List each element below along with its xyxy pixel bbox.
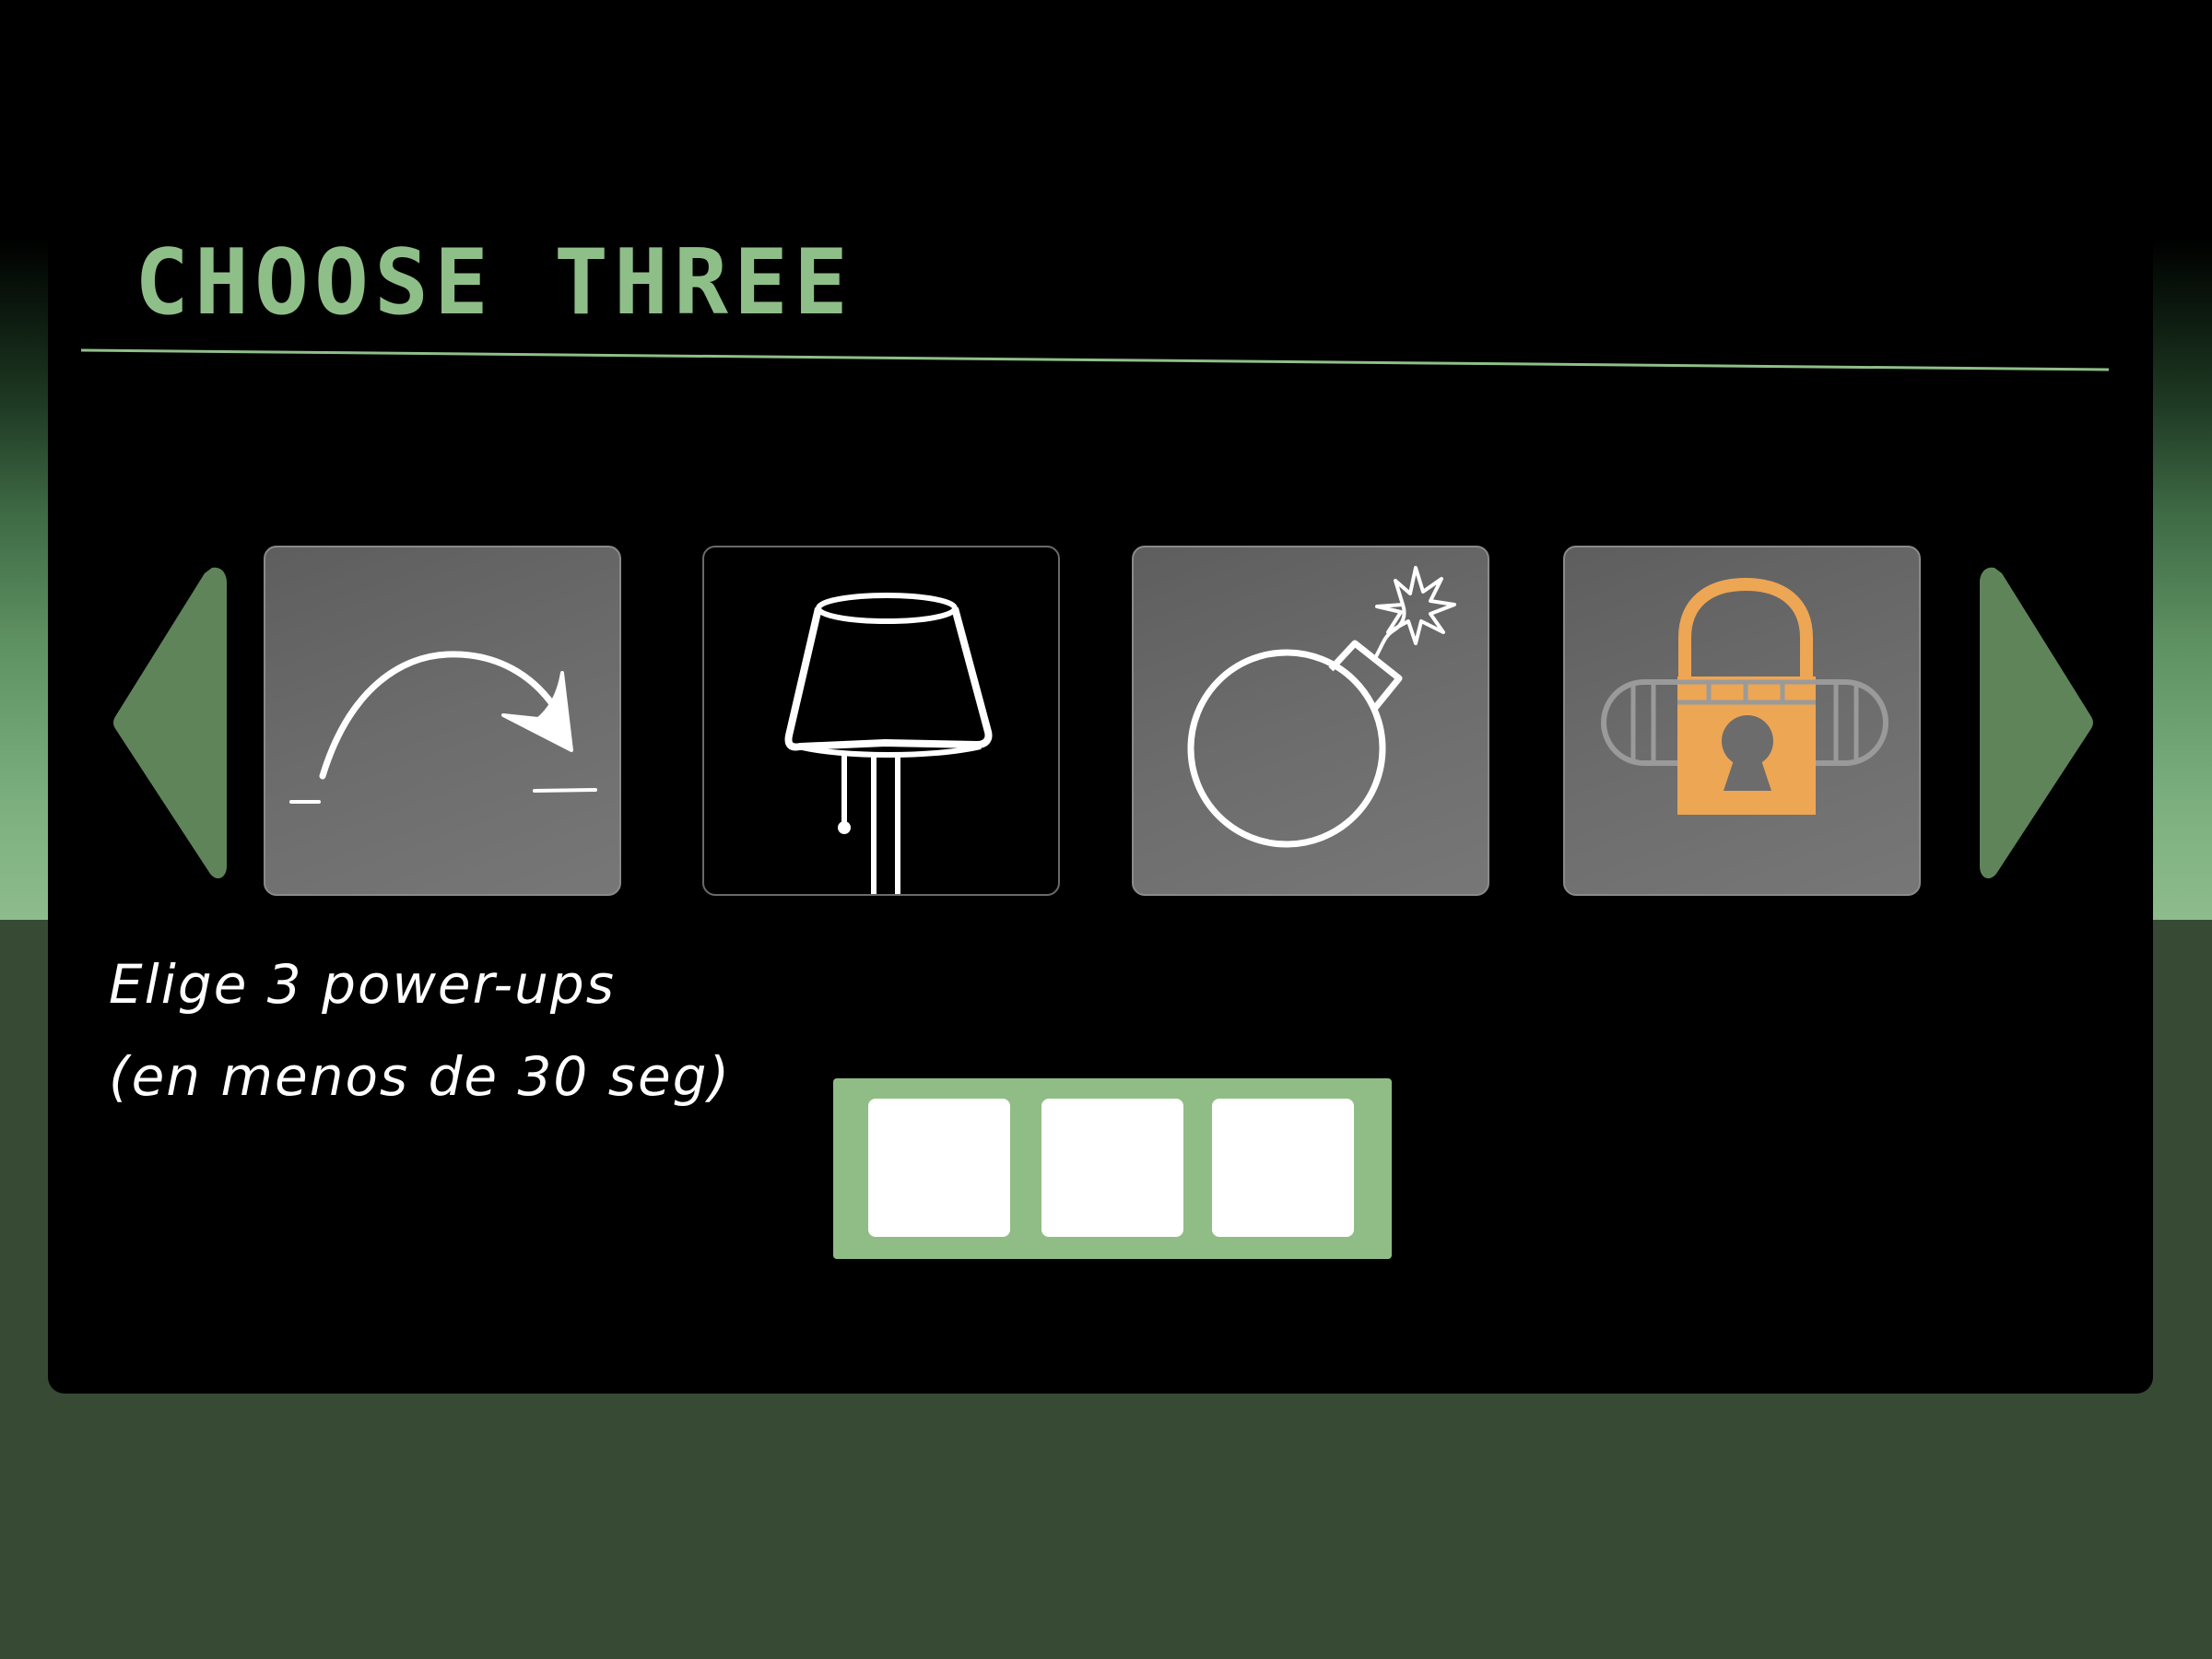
powerup-card-lamp[interactable] <box>702 546 1060 896</box>
lock-icon <box>1601 577 1888 815</box>
previous-arrow-button[interactable] <box>109 562 229 885</box>
bomb-icon <box>1187 566 1456 848</box>
next-arrow-button[interactable] <box>1978 562 2098 885</box>
selection-slot-3[interactable] <box>1212 1099 1354 1237</box>
instructions-text: Elige 3 power-ups (en menos de 30 seg) <box>109 938 809 1123</box>
lamp-icon <box>784 593 993 894</box>
powerup-card-jump[interactable] <box>264 546 621 896</box>
powerup-card-lock[interactable] <box>1563 546 1921 896</box>
right-triangle-icon <box>1980 567 2093 879</box>
title-divider <box>80 348 2110 371</box>
powerup-card-bomb[interactable] <box>1132 546 1489 896</box>
selection-slot-2[interactable] <box>1041 1099 1183 1237</box>
left-triangle-icon <box>113 567 227 879</box>
instructions-line-2: (en menos de 30 seg) <box>109 1045 732 1108</box>
game-screen: CHOOSE THREE Elige 3 power-ups (en menos… <box>0 0 2212 1659</box>
selected-powerups-tray <box>833 1078 1392 1259</box>
selection-slot-1[interactable] <box>868 1099 1010 1237</box>
jump-arc-icon <box>289 651 597 804</box>
instructions-line-1: Elige 3 power-ups <box>109 953 616 1016</box>
